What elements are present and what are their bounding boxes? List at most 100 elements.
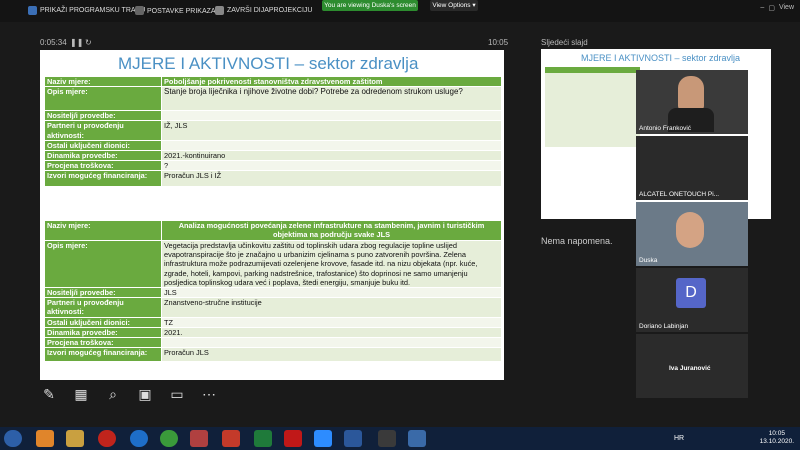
row-label: Naziv mjere:	[44, 75, 162, 88]
app-icon[interactable]	[190, 430, 208, 447]
app-icon[interactable]	[408, 430, 426, 447]
row-value: Proračun JLS i IŽ	[161, 170, 502, 188]
file-explorer-icon[interactable]	[66, 430, 84, 447]
end-slideshow-button[interactable]: ZAVRŠI DIJAPROJEKCIJU	[215, 6, 312, 15]
view-button[interactable]: View	[779, 4, 794, 12]
screen-icon[interactable]: ▣	[136, 385, 154, 403]
participant-video[interactable]: ALCATEL ONETOUCH Pi...	[636, 136, 748, 200]
start-icon[interactable]	[4, 430, 22, 447]
zoom-icon[interactable]: ⌕	[104, 385, 122, 403]
row-value: Znanstveno-stručne institucije	[161, 297, 502, 318]
minimize-icon[interactable]: –	[760, 4, 764, 12]
table-row: Ostali uključeni dionici:	[44, 139, 502, 152]
powerpoint-icon[interactable]	[222, 430, 240, 447]
table-row: Naziv mjere: Analiza mogućnosti povećanj…	[44, 220, 502, 241]
next-slide-label: Sljedeći slajd	[541, 38, 588, 47]
row-value: IŽ, JLS	[161, 120, 502, 141]
windows-taskbar: HR 10:05 13.10.2020.	[0, 427, 800, 450]
app-icon[interactable]	[378, 430, 396, 447]
table-row: Partneri u provođenju aktivnosti: IŽ, JL…	[44, 120, 502, 141]
row-label: Naziv mjere:	[44, 220, 162, 241]
acrobat-icon[interactable]	[284, 430, 302, 447]
participant-face	[676, 212, 704, 248]
table-row: Dinamika provedbe: 2021.	[44, 326, 502, 339]
subtitles-icon[interactable]: ▭	[168, 385, 186, 403]
chrome-icon[interactable]	[160, 430, 178, 447]
system-clock[interactable]: 10:05 13.10.2020.	[760, 430, 794, 446]
slide-grid-icon[interactable]: ▦	[72, 385, 90, 403]
row-label: Procjena troškova:	[44, 160, 162, 172]
slide-title: MJERE I AKTIVNOSTI – sektor zdravlja	[118, 54, 419, 73]
reset-timer-icon[interactable]: ↻	[85, 38, 92, 47]
row-label: Izvori mogućeg financiranja:	[44, 347, 162, 363]
slide-toolbar: ✎ ▦ ⌕ ▣ ▭ ⋯	[40, 385, 218, 403]
participant-video[interactable]: D Doriano Labinjan	[636, 268, 748, 332]
next-slide-table	[545, 67, 640, 147]
excel-icon[interactable]	[254, 430, 272, 447]
table-row: Nositelj/i provedbe: JLS	[44, 287, 502, 299]
participant-video[interactable]: Antonio Franković	[636, 70, 748, 134]
participant-video[interactable]: Iva Juranović	[636, 334, 748, 398]
zoom-icon[interactable]	[314, 430, 332, 447]
word-icon[interactable]	[344, 430, 362, 447]
measure-table-2: Naziv mjere: Analiza mogućnosti povećanj…	[44, 220, 502, 363]
row-label: Ostali uključeni dionici:	[44, 316, 162, 328]
view-options-button[interactable]: View Options ▾	[430, 0, 478, 11]
end-show-icon	[215, 6, 224, 15]
current-time: 10:05	[488, 38, 509, 47]
more-options-icon[interactable]: ⋯	[200, 385, 218, 403]
row-value: 2021.-kontinuirano	[161, 150, 502, 162]
pen-icon[interactable]: ✎	[40, 385, 58, 403]
table-row: Izvori mogućeg financiranja: Proračun JL…	[44, 347, 502, 363]
speaker-notes: Nema napomena.	[541, 236, 613, 246]
viewing-screen-banner: You are viewing Duska's screen	[322, 0, 418, 11]
participant-face	[678, 76, 704, 110]
table-row: Dinamika provedbe: 2021.-kontinuirano	[44, 150, 502, 162]
participant-name: Duska	[639, 257, 658, 264]
table-row: Partneri u provođenju aktivnosti: Znanst…	[44, 297, 502, 318]
pause-icon[interactable]: ❚❚	[70, 38, 83, 47]
current-slide: MJERE I AKTIVNOSTI – sektor zdravlja Naz…	[40, 50, 504, 380]
next-slide-title: MJERE I AKTIVNOSTI – sektor zdravlja	[581, 53, 741, 63]
zoom-top-bar: PRIKAŽI PROGRAMSKU TRAKU POSTAVKE PRIKAZ…	[0, 0, 800, 22]
row-value	[161, 110, 502, 122]
participant-name: Iva Juranović	[669, 365, 711, 372]
table-row: Procjena troškova: ?	[44, 160, 502, 172]
participant-video[interactable]: Duska	[636, 202, 748, 266]
table-row: Opis mjere: Stanje broja liječnika i nji…	[44, 86, 502, 112]
table-row: Izvori mogućeg financiranja: Proračun JL…	[44, 170, 502, 188]
participant-name: ALCATEL ONETOUCH Pi...	[639, 191, 720, 198]
display-settings-button[interactable]: POSTAVKE PRIKAZA ▾	[135, 6, 221, 15]
row-value: TZ	[161, 316, 502, 328]
measure-table-1: Naziv mjere: Poboljšanje pokrivenosti st…	[44, 75, 502, 188]
row-value: JLS	[161, 287, 502, 299]
row-value: Vegetacija predstavlja učinkovitu zaštit…	[161, 239, 502, 289]
table-row: Nositelj/i provedbe:	[44, 110, 502, 122]
maximize-icon[interactable]: ▢	[768, 4, 775, 12]
opera-icon[interactable]	[98, 430, 116, 447]
row-label: Partneri u provođenju aktivnosti:	[44, 120, 162, 141]
row-value: 2021.	[161, 326, 502, 339]
show-ribbon-button[interactable]: PRIKAŽI PROGRAMSKU TRAKU	[28, 6, 145, 15]
row-value: Stanje broja liječnika i njihove životne…	[161, 86, 502, 112]
language-indicator[interactable]: HR	[674, 435, 684, 442]
row-label: Partneri u provođenju aktivnosti:	[44, 297, 162, 318]
table-row: Opis mjere: Vegetacija predstavlja učink…	[44, 239, 502, 289]
ribbon-icon	[28, 6, 37, 15]
internet-explorer-icon[interactable]	[130, 430, 148, 447]
row-value: Proračun JLS	[161, 347, 502, 363]
row-value: Poboljšanje pokrivenosti stanovništva zd…	[161, 75, 502, 88]
participant-name: Antonio Franković	[639, 125, 692, 132]
row-value	[161, 337, 502, 349]
participant-name: Doriano Labinjan	[639, 323, 689, 330]
row-label: Dinamika provedbe:	[44, 326, 162, 339]
row-label: Opis mjere:	[44, 86, 162, 112]
table-row: Naziv mjere: Poboljšanje pokrivenosti st…	[44, 75, 502, 88]
row-value: Analiza mogućnosti povećanja zelene infr…	[161, 220, 502, 241]
row-value	[161, 139, 502, 152]
row-label: Nositelj/i provedbe:	[44, 287, 162, 299]
row-label: Opis mjere:	[44, 239, 162, 289]
row-label: Nositelj/i provedbe:	[44, 110, 162, 122]
row-label: Procjena troškova:	[44, 337, 162, 349]
outlook-icon[interactable]	[36, 430, 54, 447]
